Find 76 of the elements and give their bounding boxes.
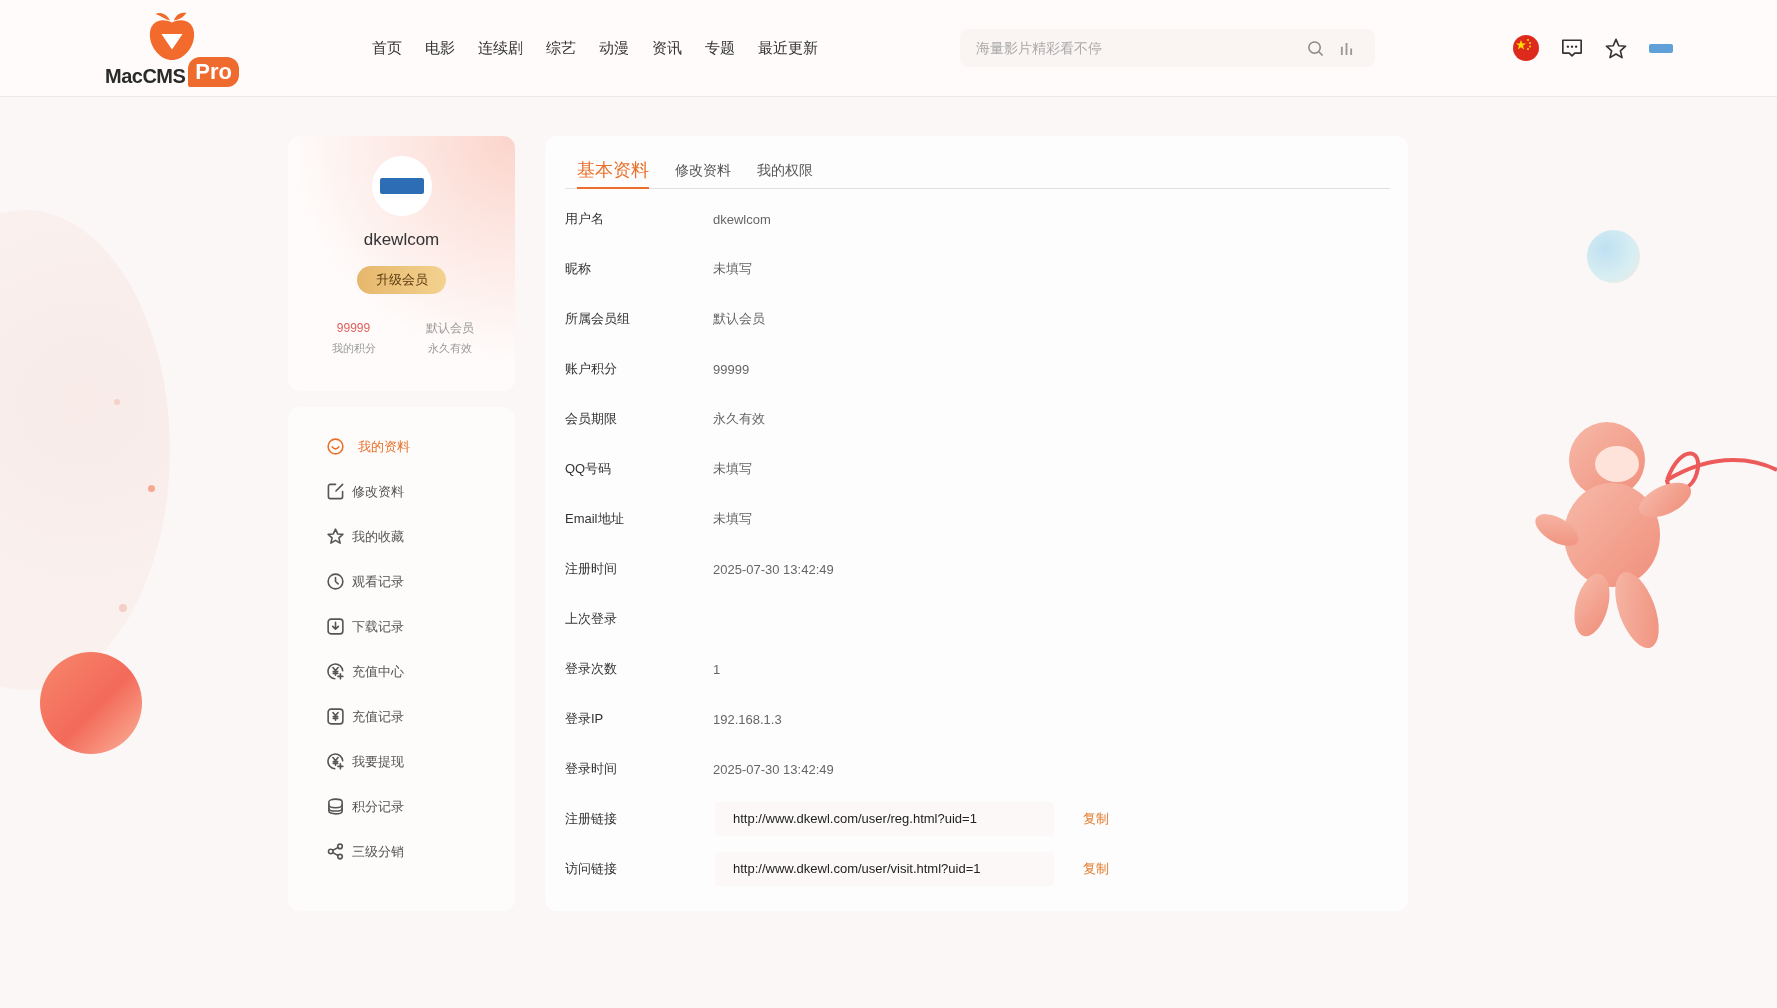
field-value: 192.168.1.3	[713, 711, 782, 727]
stat-value: 99999	[336, 320, 371, 336]
field-label: 所属会员组	[565, 310, 631, 328]
link-field[interactable]: http://www.dkewl.com/user/visit.html?uid=1	[715, 852, 1054, 886]
sidebar-item[interactable]: 观看记录	[288, 559, 515, 604]
dot-icon	[114, 399, 120, 405]
nav-link[interactable]: 专题	[705, 38, 735, 58]
field-value: 未填写	[713, 510, 752, 528]
bar-chart-icon[interactable]	[1340, 42, 1353, 55]
message-icon[interactable]	[1561, 37, 1583, 59]
sidebar-item[interactable]: 我的收藏	[288, 514, 515, 559]
field-label: 上次登录	[565, 610, 618, 628]
field-value: 永久有效	[713, 410, 765, 428]
stat-label: 永久有效	[427, 341, 472, 356]
field-label: 登录IP	[565, 710, 605, 728]
sidebar-item[interactable]: 我要提现	[288, 739, 515, 784]
logo-badge: Pro	[188, 56, 239, 87]
clock-icon	[327, 573, 344, 590]
field-label: 用户名	[565, 210, 605, 228]
field-value: 99999	[713, 361, 750, 377]
field-label: 账户积分	[565, 360, 618, 378]
field-value: dkewlcom	[713, 211, 771, 227]
nav-link[interactable]: 最近更新	[758, 38, 818, 58]
star-icon	[327, 528, 344, 545]
nav-link[interactable]: 电影	[425, 38, 455, 58]
username: dkewlcom	[363, 229, 440, 251]
field-label: 昵称	[565, 260, 592, 278]
sidebar-item[interactable]: 充值记录	[288, 694, 515, 739]
dot-icon	[148, 485, 155, 492]
download-icon	[327, 618, 344, 635]
sidebar-item[interactable]: 修改资料	[288, 469, 515, 514]
field-label: QQ号码	[565, 460, 613, 478]
link-field[interactable]: http://www.dkewl.com/user/reg.html?uid=1	[715, 802, 1054, 836]
field-label: 登录时间	[565, 760, 618, 778]
nav-link[interactable]: 首页	[372, 38, 402, 58]
sidebar-item[interactable]: 积分记录	[288, 784, 515, 829]
tab[interactable]: 我的权限	[757, 153, 813, 189]
logo-text: MacCMS	[104, 63, 186, 88]
nav-link[interactable]: 动漫	[599, 38, 629, 58]
yen-coin-icon	[327, 753, 344, 770]
field-value: 未填写	[713, 460, 752, 478]
database-icon	[327, 798, 344, 815]
stat-value: 默认会员	[425, 320, 474, 336]
share-icon	[327, 843, 344, 860]
field-label: Email地址	[565, 510, 625, 528]
field-value: 未填写	[713, 260, 752, 278]
search-field[interactable]: 海量影片精彩看不停	[960, 29, 1375, 67]
avatar-image[interactable]	[1649, 43, 1673, 53]
edit-icon	[327, 483, 344, 500]
field-label: 访问链接	[565, 860, 618, 878]
bubble-icon	[1587, 230, 1640, 283]
smile-icon	[327, 438, 344, 455]
tab[interactable]: 修改资料	[675, 153, 731, 189]
field-label: 注册链接	[565, 810, 618, 828]
field-label: 注册时间	[565, 560, 618, 578]
nav-link[interactable]: 综艺	[546, 38, 576, 58]
flag-icon[interactable]	[1513, 35, 1539, 61]
yen-coin-icon	[327, 663, 344, 680]
upgrade-button[interactable]: 升级会员	[357, 266, 446, 294]
star-icon[interactable]	[1605, 37, 1627, 59]
field-label: 登录次数	[565, 660, 618, 678]
yen-square-icon	[327, 708, 344, 725]
field-value: 1	[713, 661, 721, 677]
sidebar-item[interactable]: 下载记录	[288, 604, 515, 649]
search-icon[interactable]	[1307, 40, 1324, 57]
sidebar-item[interactable]: 三级分销	[288, 829, 515, 874]
field-value: 2025-07-30 13:42:49	[713, 761, 834, 777]
nav-link[interactable]: 资讯	[652, 38, 682, 58]
sidebar-item[interactable]: 充值中心	[288, 649, 515, 694]
field-label: 会员期限	[565, 410, 618, 428]
field-value: 默认会员	[713, 310, 765, 328]
apple-logo-icon	[147, 10, 197, 61]
dot-icon	[119, 604, 127, 612]
nav-link[interactable]: 连续剧	[478, 38, 523, 58]
field-value: 2025-07-30 13:42:49	[713, 561, 834, 577]
stat-label: 我的积分	[331, 341, 376, 356]
